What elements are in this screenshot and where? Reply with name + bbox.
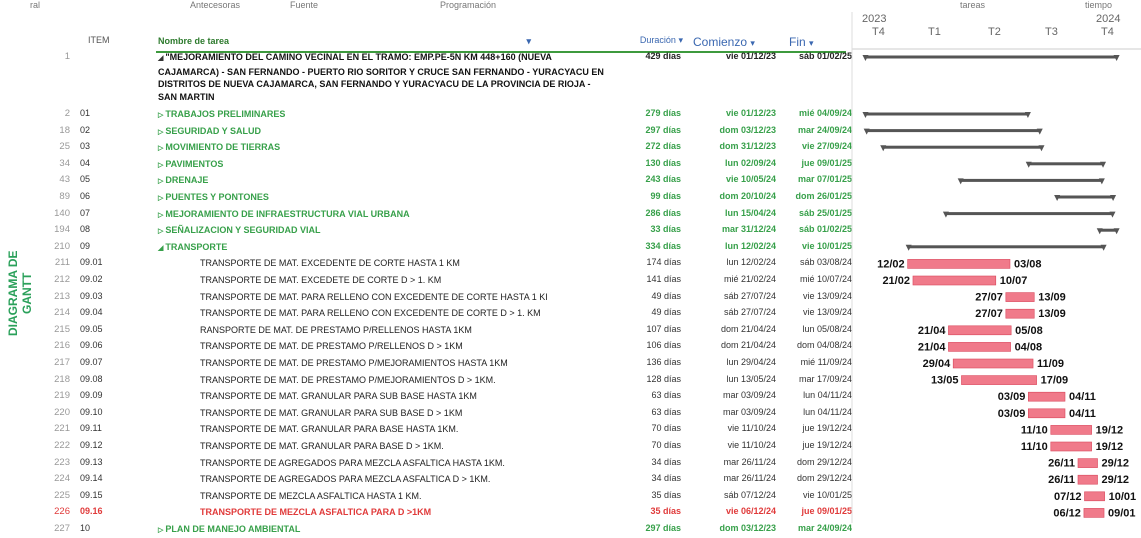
summary-bar (882, 145, 1043, 149)
bar-end-label: 04/11 (1069, 391, 1096, 403)
bar-start-label: 06/12 (1053, 507, 1081, 519)
task-bar (1084, 491, 1105, 502)
gantt-chart: 12/02 03/08 21/02 10/07 27/07 13/09 27/07 13/09… (851, 12, 1141, 523)
bar-start-label: 03/09 (998, 408, 1026, 420)
bar-end-label: 05/08 (1015, 325, 1043, 337)
bar-end-label: 19/12 (1096, 441, 1124, 453)
bar-end-label: 13/09 (1038, 292, 1066, 304)
task-bar (1005, 308, 1035, 319)
bar-end-label: 29/12 (1102, 474, 1130, 486)
bar-start-label: 21/04 (918, 341, 946, 353)
bar-start-label: 11/10 (1021, 441, 1048, 453)
summary-bar (907, 245, 1105, 249)
bar-end-label: 19/12 (1096, 424, 1124, 436)
task-name[interactable]: ▷ PLAN DE MANEJO AMBIENTAL (158, 523, 608, 538)
task-bar (948, 325, 1012, 336)
bar-start-label: 27/07 (975, 308, 1003, 320)
task-bar (1077, 458, 1098, 468)
row-item-code: 10 (80, 523, 91, 533)
summary-bar (1027, 162, 1105, 166)
expand-toggle-icon[interactable]: ▷ (158, 527, 165, 534)
bar-end-label: 10/07 (1000, 275, 1028, 287)
bar-start-label: 29/04 (923, 358, 951, 370)
bar-start-label: 21/02 (882, 275, 910, 287)
task-bar (907, 259, 1011, 269)
bar-end-label: 11/09 (1037, 358, 1064, 370)
task-bar (1028, 391, 1066, 402)
bar-start-label: 03/09 (998, 391, 1026, 403)
task-bar (912, 275, 997, 286)
bar-end-label: 09/01 (1108, 507, 1136, 519)
bar-end-label: 04/08 (1015, 341, 1043, 353)
bar-end-label: 03/08 (1014, 258, 1042, 270)
bar-start-label: 11/10 (1021, 424, 1048, 436)
bar-end-label: 04/11 (1069, 408, 1096, 420)
bar-end-label: 13/09 (1038, 308, 1066, 320)
task-bar (952, 358, 1034, 369)
bar-end-label: 17/09 (1041, 375, 1069, 387)
task-bar (1077, 474, 1098, 485)
task-bar (948, 342, 1011, 352)
summary-bar (959, 178, 1103, 182)
task-start-date[interactable]: dom 03/12/23 (692, 523, 776, 533)
task-bar (961, 375, 1037, 385)
bar-start-label: 26/11 (1048, 474, 1075, 486)
bar-start-label: 26/11 (1048, 458, 1075, 470)
summary-bar (864, 112, 1029, 116)
summary-bar (865, 129, 1041, 133)
bar-start-label: 07/12 (1054, 491, 1082, 503)
task-bar (1050, 441, 1092, 452)
row-number: 227 (54, 523, 70, 534)
summary-bar (864, 55, 1118, 59)
bar-start-label: 13/05 (931, 375, 959, 387)
task-name-text: PLAN DE MANEJO AMBIENTAL (165, 524, 301, 534)
task-bar (1083, 508, 1105, 518)
task-bar (1005, 292, 1035, 302)
task-duration[interactable]: 297 días (606, 523, 681, 533)
task-bar (1028, 408, 1066, 419)
summary-bar (1056, 195, 1115, 199)
bar-start-label: 21/04 (918, 325, 946, 337)
bar-start-label: 12/02 (877, 258, 905, 270)
task-end-date[interactable]: mar 24/09/24 (778, 523, 852, 533)
bar-start-label: 27/07 (975, 292, 1003, 304)
task-bar (1050, 425, 1092, 435)
bar-end-label: 10/01 (1109, 491, 1137, 503)
summary-bar (944, 212, 1114, 216)
bar-end-label: 29/12 (1102, 458, 1130, 470)
